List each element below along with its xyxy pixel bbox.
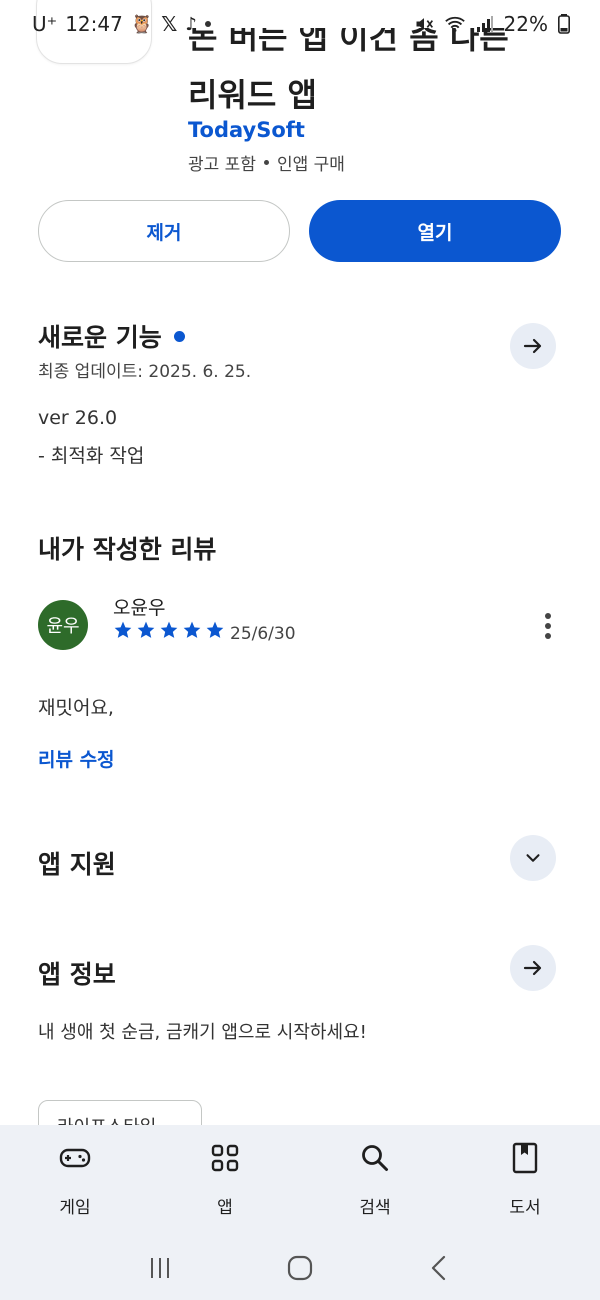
reviewer-name: 오윤우: [113, 597, 166, 619]
star-icon: [183, 621, 201, 638]
nav-games[interactable]: 게임: [25, 1141, 125, 1235]
review-text: 재밋어요,: [38, 697, 114, 719]
whats-new-header[interactable]: 새로운 기능: [38, 318, 185, 354]
meta-iap: 인앱 구매: [276, 155, 345, 175]
nav-search-label: 검색: [359, 1198, 391, 1218]
battery-percent: 22%: [503, 12, 548, 36]
meta-ads: 광고 포함: [188, 155, 256, 175]
nav-games-label: 게임: [59, 1198, 91, 1218]
release-notes: - 최적화 작업: [38, 445, 145, 467]
nav-apps-label: 앱: [217, 1198, 233, 1218]
more-vert-icon: [545, 613, 551, 619]
last-updated: 최종 업데이트: 2025. 6. 25.: [38, 362, 252, 382]
x-app-icon: 𝕏: [161, 12, 178, 36]
app-title: 리워드 앱: [188, 76, 317, 114]
app-info-arrow-button[interactable]: [510, 945, 556, 991]
app-info-title[interactable]: 앱 정보: [38, 955, 116, 991]
tiktok-icon: ♪: [185, 13, 197, 35]
status-left: U⁺ 12:47 🦉 𝕏 ♪: [32, 12, 211, 36]
app-description: 내 생애 첫 순금, 금캐기 앱으로 시작하세요!: [38, 1022, 367, 1043]
review-more-options-button[interactable]: [542, 610, 554, 642]
home-icon[interactable]: [285, 1253, 315, 1283]
nav-apps[interactable]: 앱: [175, 1141, 275, 1235]
apps-grid-icon: [211, 1144, 239, 1172]
battery-icon: [558, 14, 570, 34]
book-icon: [512, 1142, 538, 1174]
app-meta: 광고 포함 인앱 구매: [188, 150, 345, 175]
star-icon: [114, 621, 132, 638]
whats-new-title: 새로운 기능: [38, 323, 162, 352]
system-navigation-bar: [0, 1235, 600, 1300]
new-indicator-dot: [173, 330, 185, 342]
open-button[interactable]: 열기: [309, 200, 561, 262]
mute-icon: [416, 18, 433, 30]
edit-review-link[interactable]: 리뷰 수정: [38, 745, 115, 772]
recent-apps-icon[interactable]: [145, 1253, 175, 1283]
star-icon: [160, 621, 178, 638]
avatar: 윤우: [38, 600, 88, 650]
review-date: 25/6/30: [230, 624, 296, 644]
clock: 12:47: [65, 12, 123, 36]
owl-app-icon: 🦉: [130, 13, 154, 35]
whats-new-arrow-button[interactable]: [510, 323, 556, 369]
meta-separator: [263, 160, 269, 165]
search-icon: [362, 1145, 388, 1171]
status-right: 22%: [414, 12, 570, 36]
version-text: ver 26.0: [38, 407, 118, 429]
bottom-navigation: 게임 앱 검색 도서: [0, 1125, 600, 1235]
star-icon: [137, 621, 155, 638]
nav-search[interactable]: 검색: [325, 1141, 425, 1235]
chevron-down-icon: [526, 854, 540, 862]
app-support-title[interactable]: 앱 지원: [38, 845, 116, 881]
back-icon[interactable]: [425, 1253, 455, 1283]
arrow-right-icon: [523, 338, 542, 354]
nav-books-label: 도서: [509, 1198, 541, 1218]
signal-icon: [476, 16, 493, 32]
star-icon: [206, 621, 224, 638]
my-review-title: 내가 작성한 리뷰: [38, 535, 217, 564]
arrow-right-icon: [523, 960, 542, 976]
more-notifications-icon: [204, 21, 211, 27]
wifi-icon: [444, 16, 465, 32]
status-bar: U⁺ 12:47 🦉 𝕏 ♪ 22%: [0, 0, 600, 50]
uninstall-button[interactable]: 제거: [38, 200, 290, 262]
developer-link[interactable]: TodaySoft: [188, 118, 305, 142]
app-support-expand-button[interactable]: [510, 835, 556, 881]
star-rating: [113, 620, 225, 640]
nav-books[interactable]: 도서: [475, 1141, 575, 1235]
carrier-label: U⁺: [32, 12, 58, 36]
gamepad-icon: [59, 1148, 91, 1168]
